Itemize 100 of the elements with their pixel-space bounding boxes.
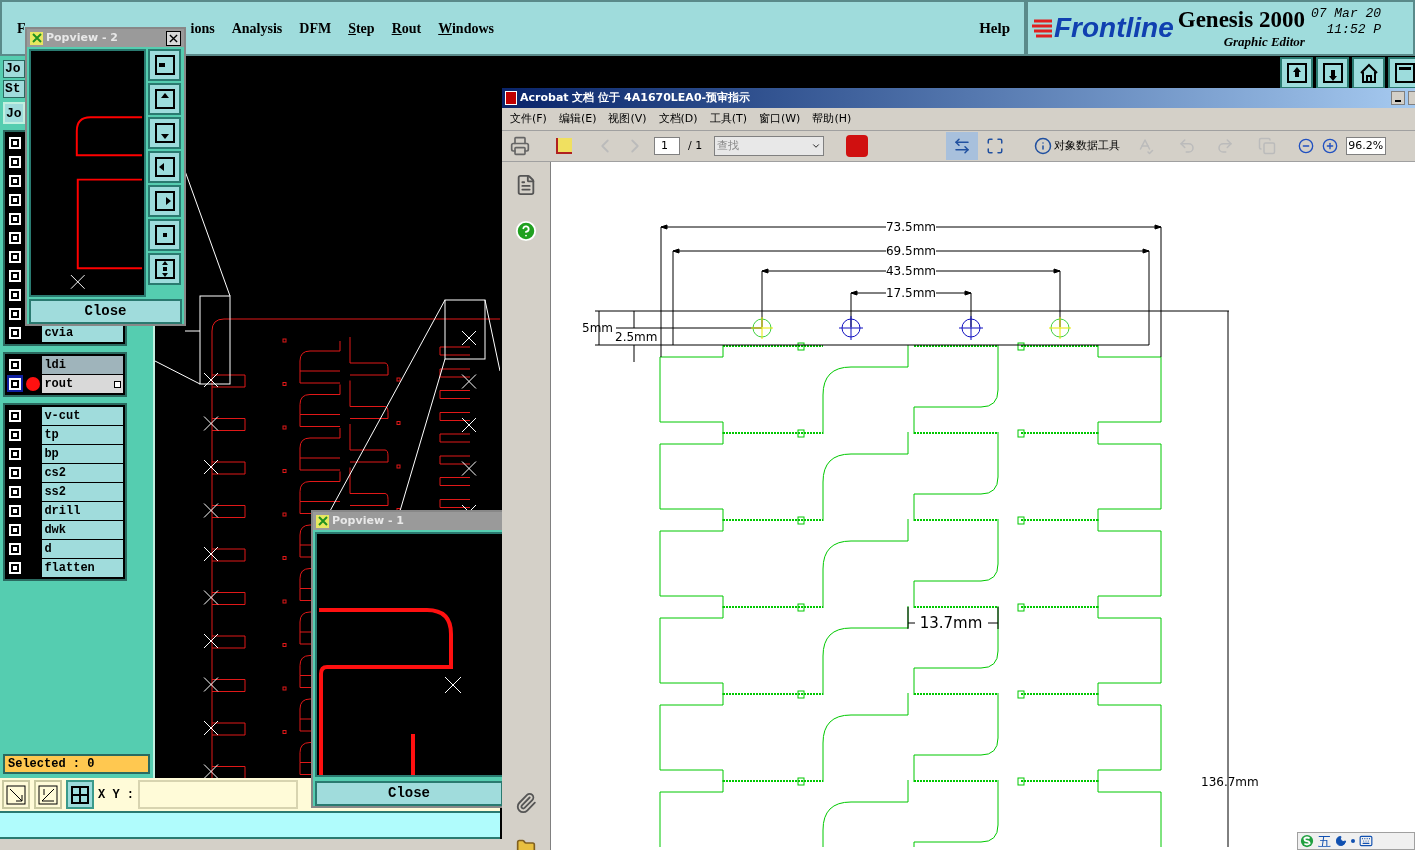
info-icon	[1034, 137, 1053, 155]
layer-checkbox[interactable]	[7, 407, 23, 424]
layer-checkbox[interactable]	[7, 153, 23, 170]
close-button[interactable]: Close	[315, 781, 503, 806]
selected-count: Selected : 0	[3, 754, 150, 774]
fit-page-icon[interactable]	[986, 137, 1005, 155]
dimension-label: 5mm	[582, 321, 613, 335]
layer-checkbox[interactable]	[7, 134, 23, 151]
menu-item[interactable]: Step	[348, 17, 375, 39]
layer-name[interactable]: ldi	[42, 356, 123, 374]
menu-item[interactable]: Rout	[391, 17, 422, 39]
drill-hole	[958, 315, 984, 341]
page-number-field[interactable]: 1	[654, 137, 680, 155]
import-button[interactable]	[1316, 57, 1349, 89]
zoom-in-icon[interactable]	[1322, 138, 1339, 154]
layer-checkbox[interactable]	[7, 521, 23, 538]
layer-checkbox[interactable]	[7, 267, 23, 284]
menu-item[interactable]: 编辑(E)	[558, 110, 597, 128]
layer-checkbox[interactable]	[7, 540, 23, 557]
menu-item[interactable]: Windows	[438, 17, 494, 39]
help-icon[interactable]	[515, 220, 537, 242]
layer-name[interactable]: rout	[42, 375, 123, 393]
layer-checkbox[interactable]	[7, 305, 23, 322]
view-control-button[interactable]	[148, 83, 181, 115]
export-button[interactable]	[1280, 57, 1313, 89]
product-subtitle: Graphic Editor	[1223, 35, 1305, 48]
layer-checkbox[interactable]	[7, 464, 23, 481]
home-button[interactable]	[1352, 57, 1385, 89]
view-control-button[interactable]	[148, 253, 181, 285]
layer-checkbox[interactable]	[7, 248, 23, 265]
fit-width-button[interactable]	[946, 132, 979, 160]
angle-measure-button[interactable]	[34, 780, 62, 809]
layer-checkbox[interactable]	[7, 324, 23, 341]
layer-checkbox[interactable]	[7, 483, 23, 500]
menu-item[interactable]: 工具(T)	[709, 110, 747, 128]
view-control-button[interactable]	[148, 117, 181, 149]
job-button[interactable]: Jo	[3, 102, 25, 124]
info-field[interactable]: St	[3, 80, 25, 98]
layer-name[interactable]: d	[42, 540, 123, 558]
view-control-icon	[1321, 62, 1344, 84]
layer-checkbox[interactable]	[7, 286, 23, 303]
dimension-label: 136.7mm	[1201, 775, 1259, 789]
layer-checkbox[interactable]	[7, 502, 23, 519]
minimize-button[interactable]	[1391, 91, 1405, 105]
view-control-button[interactable]	[148, 185, 181, 217]
fit-width-icon	[953, 137, 972, 155]
attachment-icon[interactable]	[515, 792, 537, 814]
grid-button[interactable]	[66, 780, 94, 809]
menu-item[interactable]: ions	[190, 17, 215, 39]
layer-checkbox[interactable]	[7, 210, 23, 227]
window-button[interactable]	[1388, 57, 1415, 89]
view-control-button[interactable]	[148, 151, 181, 183]
layer-checkbox[interactable]	[7, 375, 23, 392]
view-control-button[interactable]	[148, 219, 181, 251]
input-mode[interactable]: 五	[1318, 834, 1331, 848]
print-icon[interactable]	[510, 136, 530, 156]
dimension-label: 2.5mm	[615, 330, 658, 344]
layer-name[interactable]: flatten	[42, 559, 123, 577]
info-field[interactable]: Jo	[3, 60, 25, 78]
layer-checkbox[interactable]	[7, 445, 23, 462]
menu-item[interactable]: 文档(D)	[658, 110, 698, 128]
diagonal-measure-button[interactable]	[2, 780, 30, 809]
zoom-field[interactable]: 96.2%	[1346, 137, 1387, 155]
menu-item[interactable]: Help	[979, 16, 1010, 40]
ime-logo-icon[interactable]	[1300, 834, 1314, 848]
layer-name[interactable]: dwk	[42, 521, 123, 539]
layer-checkbox[interactable]	[7, 356, 23, 373]
coordinate-field[interactable]	[138, 780, 298, 809]
layer-name[interactable]: v-cut	[42, 407, 123, 425]
dimension-line	[850, 290, 887, 296]
menu-item[interactable]: Analysis	[231, 17, 283, 39]
pages-icon[interactable]	[515, 174, 537, 196]
layer-checkbox[interactable]	[7, 559, 23, 576]
zoom-out-icon[interactable]	[1298, 138, 1315, 154]
close-button[interactable]	[166, 30, 181, 46]
layer-name[interactable]: cs2	[42, 464, 123, 482]
layer-checkbox[interactable]	[7, 426, 23, 443]
layer-name[interactable]: tp	[42, 426, 123, 444]
layer-checkbox[interactable]	[7, 229, 23, 246]
close-button[interactable]: Close	[29, 299, 182, 324]
view-control-icon	[153, 88, 176, 110]
layer-name[interactable]: drill	[42, 502, 123, 520]
window-title: Popview - 1	[332, 512, 404, 529]
dimension-line	[907, 622, 916, 624]
layer-name[interactable]: ss2	[42, 483, 123, 501]
view-control-icon	[153, 224, 176, 246]
menu-item[interactable]: 帮助(H)	[812, 110, 852, 128]
layer-checkbox[interactable]	[7, 172, 23, 189]
menu-item[interactable]: F	[17, 17, 26, 39]
object-data-tool-button[interactable]: 对象数据工具	[1034, 137, 1121, 155]
menu-item[interactable]: 视图(V)	[608, 110, 647, 128]
menu-item[interactable]: DFM	[299, 17, 332, 39]
layer-name[interactable]: bp	[42, 445, 123, 463]
moon-icon[interactable]	[1335, 835, 1347, 847]
layer-checkbox[interactable]	[7, 191, 23, 208]
menu-item[interactable]: 窗口(W)	[758, 110, 801, 128]
view-control-button[interactable]	[148, 49, 181, 81]
keyboard-icon[interactable]	[1359, 834, 1373, 848]
menu-item[interactable]: 文件(F)	[510, 110, 547, 128]
view-control-icon	[1285, 62, 1308, 84]
